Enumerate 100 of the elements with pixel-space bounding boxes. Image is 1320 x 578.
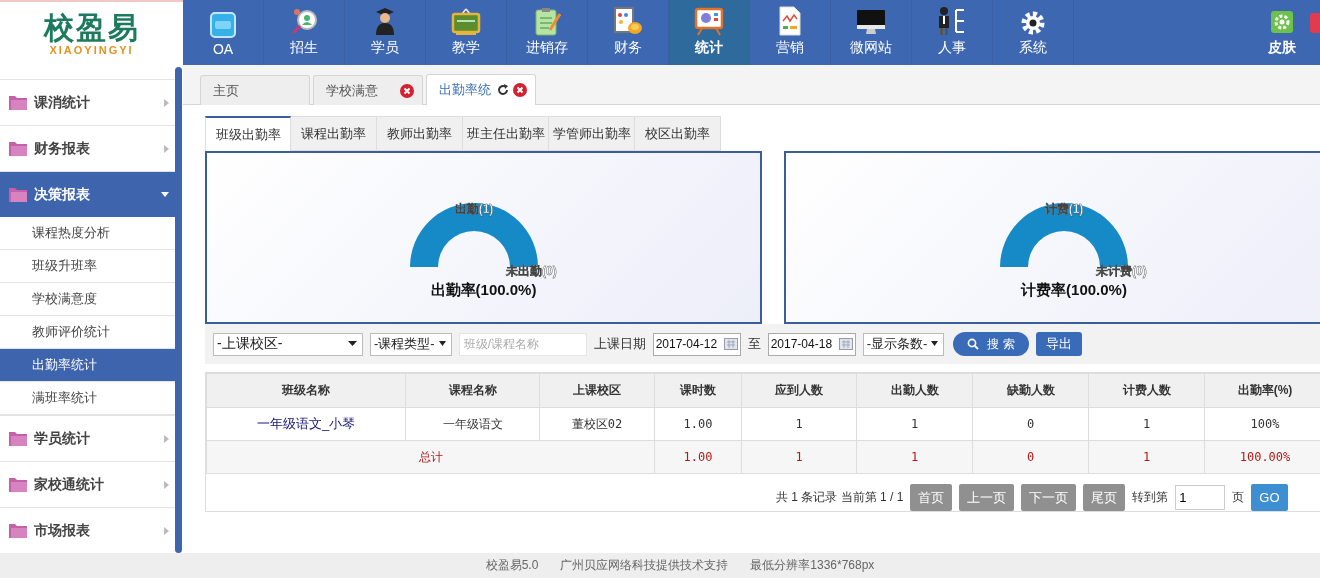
nav-item[interactable]: 统计	[669, 0, 750, 65]
table-cell: 董校区02	[539, 407, 655, 441]
graduate-icon	[373, 6, 397, 36]
table-cell: 1	[856, 407, 973, 441]
caret-down-icon	[931, 341, 939, 347]
folder-icon	[8, 430, 28, 447]
people-search-icon	[289, 6, 319, 36]
search-button[interactable]: 搜 索	[953, 332, 1029, 356]
table-cell: 1.00	[654, 407, 742, 441]
folder-icon	[8, 186, 28, 203]
report-tab[interactable]: 教师出勤率	[377, 116, 463, 151]
campus-select[interactable]: -上课校区-	[213, 332, 363, 356]
monitor-icon	[856, 8, 886, 36]
calendar-icon	[838, 338, 853, 350]
table-cell: 1	[741, 407, 857, 441]
folder-icon	[8, 522, 28, 539]
settings-icon	[1271, 11, 1293, 33]
date-field[interactable]: 2017-04-18	[767, 332, 856, 356]
date-label: 上课日期	[593, 335, 646, 353]
report-tab[interactable]: 课程出勤率	[291, 116, 377, 151]
caret-right-icon	[164, 480, 169, 489]
column-header: 缺勤人数	[972, 373, 1089, 408]
search-icon	[967, 338, 980, 350]
refresh-icon[interactable]	[497, 84, 509, 96]
column-header: 出勤率(%)	[1204, 373, 1320, 408]
caret-right-icon	[164, 144, 169, 153]
logo-subtitle: XIAOYINGYI	[49, 43, 134, 56]
total-cell: 100.00%	[1204, 440, 1320, 474]
folder-icon	[8, 94, 28, 111]
report-tab[interactable]: 学管师出勤率	[549, 116, 635, 151]
sidebar-item[interactable]: 出勤率统计	[0, 349, 175, 382]
gauge-label: 计费(1)	[1044, 202, 1084, 216]
chalkboard-icon	[451, 8, 481, 36]
nav-item[interactable]: OA	[183, 0, 264, 65]
sidebar-group[interactable]: 决策报表	[0, 171, 175, 217]
app-tile-icon	[210, 12, 236, 38]
total-cell: 0	[972, 440, 1089, 474]
export-button[interactable]: 导出	[1035, 332, 1082, 356]
column-header: 课时数	[654, 373, 742, 408]
column-header: 应到人数	[741, 373, 857, 408]
settings-icon	[1020, 10, 1046, 36]
gauge-label: 出勤(1)	[454, 202, 493, 216]
clipboard-icon	[533, 6, 561, 36]
table-cell: 一年级语文	[405, 407, 540, 441]
calendar-icon	[723, 338, 738, 350]
caret-right-icon	[164, 434, 169, 443]
date-separator: 至	[747, 335, 761, 353]
goto-label: 转到第	[1132, 489, 1169, 506]
column-header: 出勤人数	[856, 373, 973, 408]
gauge-label: 未计费(0)	[1096, 264, 1147, 278]
caret-down-icon	[438, 341, 446, 347]
date-field[interactable]: 2017-04-12	[652, 332, 741, 356]
page-tab[interactable]: 学校满意	[313, 75, 423, 105]
sidebar-group[interactable]: 课消统计	[0, 79, 175, 125]
caret-right-icon	[164, 526, 169, 535]
sidebar-group[interactable]: 学员统计	[0, 415, 175, 461]
class-link[interactable]: 一年级语文_小琴	[206, 407, 406, 441]
close-icon[interactable]	[400, 83, 414, 98]
footer-text: 校盈易5.0	[485, 557, 539, 574]
sidebar-group[interactable]: 家校通统计	[0, 461, 175, 507]
document-chart-icon	[778, 6, 802, 36]
easel-chart-icon	[694, 6, 724, 36]
search-field[interactable]: 班级/课程名称	[458, 332, 587, 356]
gauge-label: 未出勤(0)	[505, 264, 557, 278]
chart-title: 计费率(100.0%)	[1021, 281, 1127, 300]
scrollbar[interactable]	[175, 67, 182, 553]
column-header: 课程名称	[405, 373, 540, 408]
total-cell: 1	[1088, 440, 1205, 474]
table-cell: 0	[972, 407, 1089, 441]
table-cell: 1	[1088, 407, 1205, 441]
app-tile-icon[interactable]	[1310, 13, 1320, 33]
report-tab[interactable]: 班主任出勤率	[463, 116, 549, 151]
total-cell: 1.00	[654, 440, 742, 474]
caret-right-icon	[164, 98, 169, 107]
skin-button[interactable]: 皮肤	[1254, 0, 1310, 65]
column-header: 计费人数	[1088, 373, 1205, 408]
caret-down-icon	[348, 341, 357, 347]
report-tab[interactable]: 校区出勤率	[635, 116, 721, 151]
total-cell: 1	[856, 440, 973, 474]
course-type-select[interactable]: -课程类型-	[370, 332, 452, 356]
logo-name: 校盈易	[43, 11, 140, 44]
abacus-coins-icon	[613, 6, 643, 36]
column-header: 班级名称	[206, 373, 406, 408]
record-summary: 共 1 条记录 当前第 1 / 1	[776, 489, 904, 506]
folder-icon	[8, 140, 28, 157]
page-size-select[interactable]: -显示条数-	[862, 332, 945, 356]
total-label: 总计	[206, 440, 655, 474]
column-header: 上课校区	[539, 373, 655, 408]
report-tab[interactable]: 班级出勤率	[205, 116, 291, 151]
page-tab[interactable]: 主页	[200, 75, 310, 105]
total-cell: 1	[741, 440, 857, 474]
footer-text: 广州贝应网络科技提供技术支持	[560, 557, 729, 574]
page-tab[interactable]: 出勤率统	[426, 74, 536, 105]
close-icon[interactable]	[513, 83, 527, 97]
caret-down-icon	[161, 191, 169, 198]
chart-title: 出勤率(100.0%)	[430, 281, 537, 300]
folder-icon	[8, 476, 28, 493]
footer-text: 最低分辨率1336*768px	[750, 557, 875, 574]
page-field[interactable]: 1	[1175, 485, 1226, 510]
page-unit: 页	[1232, 489, 1245, 506]
